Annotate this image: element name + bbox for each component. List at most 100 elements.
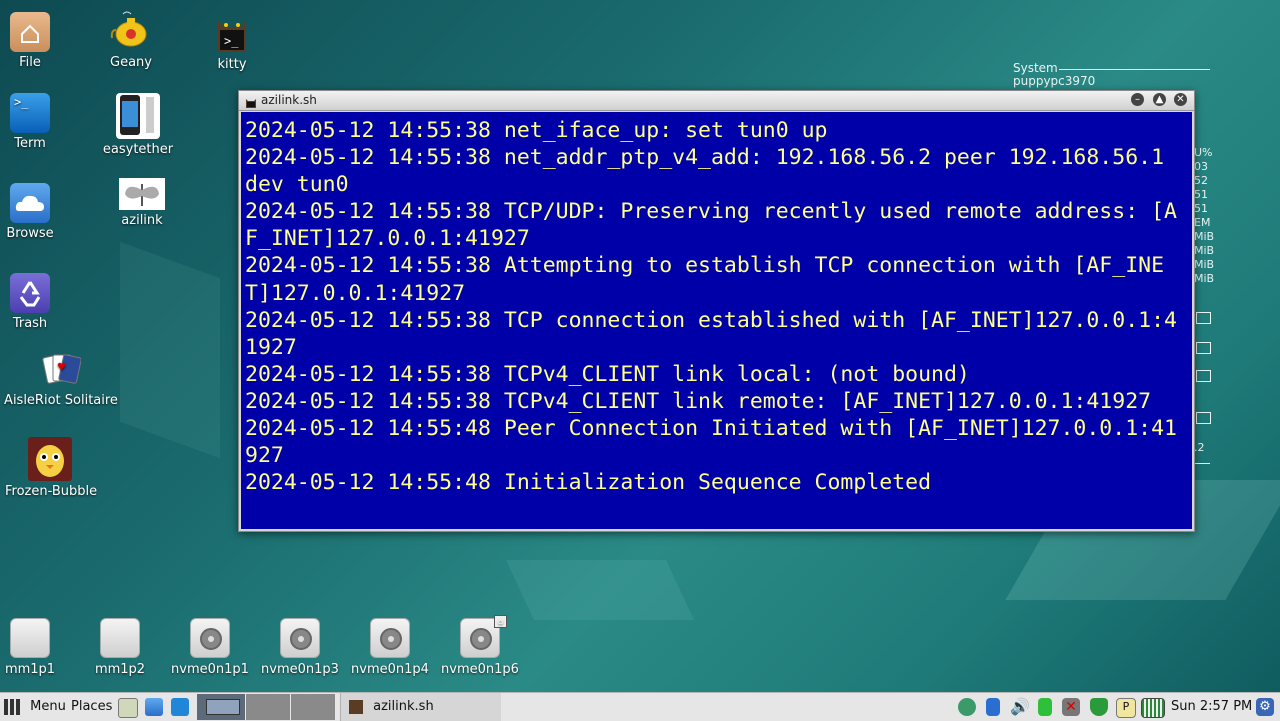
cpu-monitor-icon[interactable] bbox=[1141, 698, 1165, 718]
icon-label: easytether bbox=[102, 142, 174, 157]
svg-text:>_: >_ bbox=[224, 34, 239, 48]
desktop-icon-browse[interactable]: Browse bbox=[0, 183, 75, 241]
icon-label: Frozen-Bubble bbox=[5, 484, 98, 499]
cloud-icon bbox=[10, 183, 50, 223]
moth-icon bbox=[119, 178, 165, 210]
monitor-value: .2 bbox=[1194, 441, 1205, 454]
monitor-value: MiB bbox=[1194, 258, 1215, 271]
workspace-3[interactable] bbox=[291, 694, 335, 720]
desktop-icon-trash[interactable]: Trash bbox=[0, 273, 75, 331]
hard-disk-icon bbox=[370, 618, 410, 658]
drive-icon-mm1p2[interactable]: mm1p2 bbox=[77, 618, 163, 677]
desktop-icon-kitty[interactable]: >_ kitty bbox=[187, 14, 277, 72]
icon-label: Term bbox=[14, 136, 46, 151]
hostname: puppypc3970 bbox=[1013, 74, 1096, 88]
terminal-line: 2024-05-12 14:55:38 Attempting to establ… bbox=[245, 253, 1165, 306]
terminal-line: 2024-05-12 14:55:38 net_iface_up: set tu… bbox=[245, 118, 828, 143]
desktop-icon-geany[interactable]: Geany bbox=[86, 8, 176, 70]
monitor-bar bbox=[1196, 312, 1211, 324]
window-titlebar[interactable]: azilink.sh – ▲ ✕ bbox=[239, 91, 1194, 111]
drive-label: nvme0n1p1 bbox=[171, 662, 249, 677]
desktop-icon-frozen-bubble[interactable]: Frozen-Bubble bbox=[5, 437, 98, 499]
home-icon: ⌂ bbox=[494, 615, 507, 628]
icon-label: kitty bbox=[217, 57, 247, 72]
drive-label: nvme0n1p6 bbox=[441, 662, 519, 677]
monitor-value: 03 bbox=[1194, 160, 1208, 173]
terminal-line: 2024-05-12 14:55:38 net_addr_ptp_v4_add:… bbox=[245, 145, 1177, 198]
network-icon[interactable] bbox=[958, 698, 976, 716]
desktop-icon-file[interactable]: File bbox=[0, 12, 75, 70]
taskbar: Menu Places azilink.sh 🔊 ✕ P Sun 2:57 PM… bbox=[0, 692, 1280, 721]
terminal-line: 2024-05-12 14:55:38 TCP connection estab… bbox=[245, 307, 1177, 360]
drive-label: nvme0n1p4 bbox=[351, 662, 429, 677]
monitor-bar bbox=[1196, 370, 1211, 382]
desktop-icon-easytether[interactable]: easytether bbox=[93, 93, 183, 157]
monitor-value: MiB bbox=[1194, 230, 1215, 243]
clock[interactable]: Sun 2:57 PM bbox=[1171, 693, 1252, 721]
terminal-output[interactable]: 2024-05-12 14:55:38 net_iface_up: set tu… bbox=[241, 112, 1192, 529]
icon-label: Geany bbox=[110, 55, 152, 70]
icon-label: Trash bbox=[12, 316, 48, 331]
system-monitor: System puppypc3970 bbox=[1013, 61, 1210, 88]
hard-disk-icon bbox=[190, 618, 230, 658]
divider bbox=[1195, 463, 1210, 464]
teapot-icon bbox=[109, 8, 153, 52]
hard-disk-icon: ⌂ bbox=[460, 615, 507, 658]
hard-disk-icon bbox=[280, 618, 320, 658]
drive-icon-nvme0n1p3[interactable]: nvme0n1p3 bbox=[257, 618, 343, 677]
drive-icon-nvme0n1p6[interactable]: ⌂ nvme0n1p6 bbox=[437, 615, 523, 677]
maximize-button[interactable]: ▲ bbox=[1153, 93, 1166, 106]
drive-icon-mm1p1[interactable]: mm1p1 bbox=[0, 618, 73, 677]
close-button[interactable]: ✕ bbox=[1174, 93, 1187, 106]
terminal-line: 2024-05-12 14:55:38 TCP/UDP: Preserving … bbox=[245, 199, 1177, 252]
workspace-2[interactable] bbox=[246, 694, 290, 720]
monitor-bar bbox=[1196, 342, 1211, 354]
monitor-value: 51 bbox=[1194, 188, 1208, 201]
monitor-value: MiB bbox=[1194, 244, 1215, 257]
folder-icon[interactable] bbox=[171, 698, 189, 716]
battery-icon[interactable] bbox=[1038, 698, 1052, 716]
cloud-icon[interactable] bbox=[145, 698, 163, 716]
recycle-icon bbox=[10, 273, 50, 313]
divider bbox=[1059, 69, 1210, 70]
icon-label: Browse bbox=[6, 226, 54, 241]
workspace-1[interactable] bbox=[197, 694, 245, 720]
terminal-line: 2024-05-12 14:55:38 TCPv4_CLIENT link re… bbox=[245, 388, 1152, 414]
volume-icon[interactable]: 🔊 bbox=[1010, 698, 1030, 716]
window-thumbnail bbox=[206, 699, 240, 715]
drive-icon-nvme0n1p1[interactable]: nvme0n1p1 bbox=[167, 618, 253, 677]
shield-icon[interactable] bbox=[1090, 698, 1108, 716]
monitor-bar bbox=[1196, 412, 1211, 424]
app-grid-icon bbox=[4, 698, 20, 715]
terminal-window[interactable]: azilink.sh – ▲ ✕ 2024-05-12 14:55:38 net… bbox=[238, 90, 1195, 532]
desktop-icon-term[interactable]: >_ Term bbox=[0, 93, 75, 151]
phone-icon bbox=[116, 93, 160, 139]
menu-button[interactable]: Menu bbox=[4, 693, 66, 721]
places-button[interactable]: Places bbox=[71, 693, 112, 721]
penguin-icon bbox=[28, 437, 72, 481]
window-title: azilink.sh bbox=[261, 93, 317, 107]
bluetooth-icon[interactable] bbox=[986, 698, 1000, 716]
terminal-line: 2024-05-12 14:55:38 TCPv4_CLIENT link lo… bbox=[245, 361, 970, 387]
terminal-line: 2024-05-12 14:55:48 Peer Connection Init… bbox=[245, 416, 1177, 469]
network-disconnected-icon[interactable]: ✕ bbox=[1062, 698, 1080, 716]
minimize-button[interactable]: – bbox=[1131, 93, 1144, 106]
cards-icon: ♥ bbox=[41, 350, 82, 390]
terminal-line: 2024-05-12 14:55:48 Initialization Seque… bbox=[245, 470, 932, 496]
settings-icon[interactable]: ⚙ bbox=[1256, 698, 1274, 716]
monitor-value: U% bbox=[1194, 146, 1213, 159]
taskbar-task-azilink[interactable]: azilink.sh bbox=[340, 693, 501, 721]
monitor-value: MiB bbox=[1194, 272, 1215, 285]
terminal-icon: >_ bbox=[10, 93, 50, 133]
task-label: azilink.sh bbox=[373, 699, 434, 714]
desktop-icon-aisleriot[interactable]: ♥ AisleRiot Solitaire bbox=[3, 350, 119, 408]
clipboard-icon[interactable]: P bbox=[1116, 698, 1136, 718]
icon-label: AisleRiot Solitaire bbox=[4, 393, 118, 408]
drive-icon-nvme0n1p4[interactable]: nvme0n1p4 bbox=[347, 618, 433, 677]
icon-label: File bbox=[19, 55, 41, 70]
monitor-value: EM bbox=[1194, 216, 1211, 229]
drive-label: nvme0n1p3 bbox=[261, 662, 339, 677]
desktop-icon-azilink[interactable]: azilink bbox=[97, 178, 187, 228]
file-manager-icon[interactable] bbox=[118, 698, 138, 718]
monitor-value: 51 bbox=[1194, 202, 1208, 215]
